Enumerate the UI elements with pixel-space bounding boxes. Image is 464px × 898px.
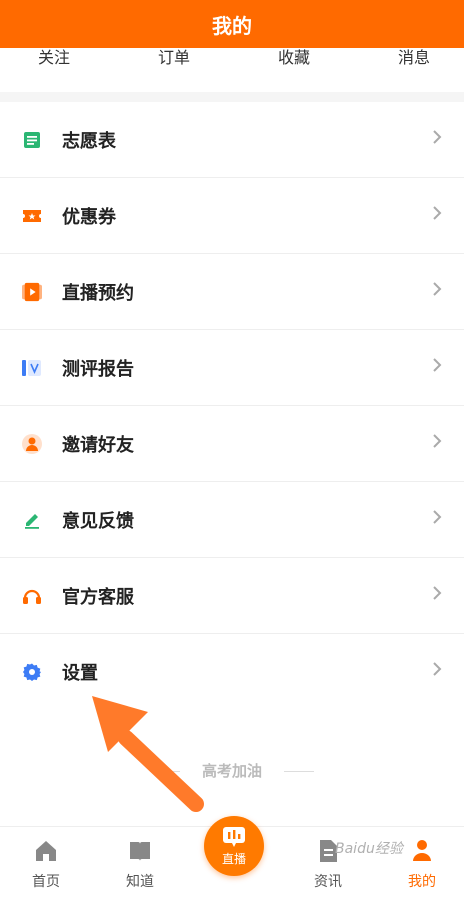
quick-link-favorites[interactable]: 收藏	[278, 48, 310, 68]
live-icon	[223, 826, 245, 847]
chevron-right-icon	[433, 434, 442, 448]
quick-link-follow[interactable]: 关注	[38, 48, 70, 68]
chevron-right-icon	[433, 282, 442, 296]
tab-label: 首页	[32, 874, 60, 890]
person-icon	[22, 433, 42, 454]
quick-links-bar: 关注 订单 收藏 消息	[0, 48, 464, 92]
menu-item-label: 测评报告	[62, 358, 134, 380]
page-header: 我的	[0, 0, 464, 48]
headset-icon	[22, 586, 42, 606]
divider-right	[284, 771, 314, 772]
tab-zhidao[interactable]: 知道	[110, 839, 170, 891]
menu-list: 志愿表 优惠券 直播预约 测评报告 邀请好友 意见反馈 官方客服 设置	[0, 102, 464, 710]
coupon-icon	[22, 206, 42, 226]
menu-item-label: 直播预约	[62, 282, 134, 304]
menu-item-label: 意见反馈	[62, 510, 134, 532]
menu-item-label: 邀请好友	[62, 434, 134, 456]
slogan-text: 高考加油	[201, 762, 262, 780]
divider-left	[149, 771, 180, 772]
menu-item-label: 优惠券	[62, 206, 116, 228]
chevron-right-icon	[433, 358, 442, 372]
gear-icon	[22, 662, 42, 682]
edit-icon	[22, 510, 42, 530]
form-icon	[22, 130, 42, 150]
menu-item-customer-service[interactable]: 官方客服	[0, 558, 464, 634]
menu-item-live-booking[interactable]: 直播预约	[0, 254, 464, 330]
tab-label: 直播	[221, 851, 246, 866]
slogan: 高考加油	[0, 760, 464, 781]
tab-home[interactable]: 首页	[16, 839, 76, 891]
home-icon	[36, 841, 56, 861]
menu-item-feedback[interactable]: 意见反馈	[0, 482, 464, 558]
play-icon	[22, 282, 42, 302]
chevron-right-icon	[433, 510, 442, 524]
tab-label: 资讯	[314, 874, 342, 890]
book-icon	[130, 842, 150, 861]
menu-item-settings[interactable]: 设置	[0, 634, 464, 710]
tab-label: 知道	[126, 874, 154, 890]
chevron-right-icon	[433, 662, 442, 676]
quick-link-orders[interactable]: 订单	[158, 48, 190, 68]
menu-item-invite-friends[interactable]: 邀请好友	[0, 406, 464, 482]
tab-label: 我的	[408, 874, 436, 890]
menu-item-label: 官方客服	[62, 586, 134, 608]
profile-icon	[413, 840, 431, 861]
menu-item-assessment-report[interactable]: 测评报告	[0, 330, 464, 406]
menu-item-label: 设置	[62, 662, 98, 684]
menu-item-label: 志愿表	[62, 130, 116, 152]
menu-item-coupons[interactable]: 优惠券	[0, 178, 464, 254]
page-title: 我的	[212, 13, 252, 38]
chevron-right-icon	[433, 130, 442, 144]
menu-item-volunteer-form[interactable]: 志愿表	[0, 102, 464, 178]
watermark: Baidu经验	[335, 841, 403, 857]
report-icon	[22, 358, 42, 378]
chevron-right-icon	[433, 206, 442, 220]
live-button[interactable]: 直播	[204, 816, 264, 876]
quick-link-messages[interactable]: 消息	[398, 48, 430, 68]
chevron-right-icon	[433, 586, 442, 600]
